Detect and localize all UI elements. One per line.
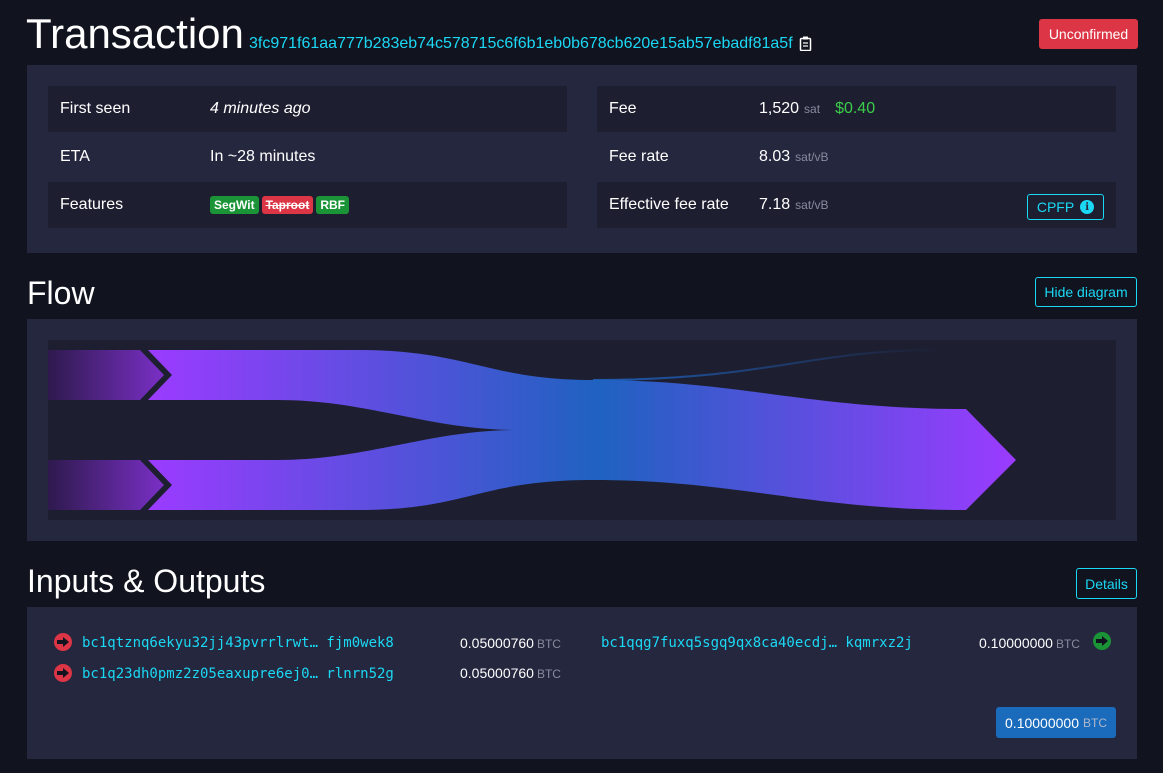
cpfp-button[interactable]: CPFP i <box>1027 194 1104 220</box>
input-address-2[interactable]: bc1q23dh0pmz2z05eaxupre6ej0… rlnrn52g <box>82 666 394 682</box>
input-stub-1 <box>48 350 164 400</box>
input-amount-2-unit: BTC <box>536 667 561 681</box>
features-row: Features SegWit Taproot RBF <box>48 182 567 228</box>
effective-fee-rate-label: Effective fee rate <box>609 196 729 213</box>
hide-diagram-button[interactable]: Hide diagram <box>1035 277 1137 307</box>
page-title: Transaction <box>26 10 244 57</box>
input-address-1[interactable]: bc1qtznq6ekyu32jj43pvrrlrwt… fjm0wek8 <box>82 635 394 651</box>
fee-rate-unit: sat/vB <box>795 150 829 164</box>
effective-fee-rate-unit: sat/vB <box>795 198 829 212</box>
output-arrow-icon[interactable] <box>1093 632 1111 650</box>
output-amount-1-unit: BTC <box>1055 637 1080 651</box>
fee-label: Fee <box>609 100 637 117</box>
input-amount-1-unit: BTC <box>536 637 561 651</box>
details-button[interactable]: Details <box>1076 568 1137 599</box>
first-seen-row: First seen 4 minutes ago <box>48 86 567 132</box>
fee-unit: sat <box>804 102 821 116</box>
txid-link[interactable]: 3fc971f61aa777b283eb74c578715c6f6b1eb0b6… <box>249 34 793 54</box>
first-seen-value: 4 minutes ago <box>210 100 311 117</box>
input-amount-1: 0.05000760 BTC <box>460 635 561 651</box>
total-amount-value: 0.10000000 <box>1005 714 1079 731</box>
eta-label: ETA <box>60 148 90 165</box>
input-amount-1-value: 0.05000760 <box>460 635 534 651</box>
total-amount-badge: 0.10000000 BTC <box>996 707 1116 738</box>
taproot-tag: Taproot <box>261 196 314 214</box>
fee-rate-row: Fee rate 8.03 sat/vB <box>597 134 1116 180</box>
cpfp-label: CPFP <box>1036 199 1075 215</box>
input-arrow-icon[interactable] <box>54 664 72 682</box>
flow-diagram <box>48 340 1116 520</box>
io-panel <box>27 607 1137 759</box>
eta-row: ETA In ~28 minutes <box>48 134 567 180</box>
fee-row: Fee 1,520 sat $0.40 <box>597 86 1116 132</box>
input-amount-2-value: 0.05000760 <box>460 665 534 681</box>
features-label: Features <box>60 196 124 213</box>
input-amount-2: 0.05000760 BTC <box>460 665 561 681</box>
rbf-tag: RBF <box>316 196 350 214</box>
input-stub-2 <box>48 460 164 510</box>
fee-fiat: $0.40 <box>835 100 876 117</box>
total-amount-unit: BTC <box>1082 715 1107 730</box>
output-amount-1-value: 0.10000000 <box>979 635 1053 651</box>
status-badge: Unconfirmed <box>1039 19 1138 49</box>
fee-rate-label: Fee rate <box>609 148 669 165</box>
info-icon: i <box>1080 200 1095 214</box>
fee-value: 1,520 <box>759 100 800 117</box>
copy-icon[interactable] <box>799 36 812 51</box>
eta-value: In ~28 minutes <box>210 148 316 165</box>
fee-rate-value: 8.03 <box>759 148 791 165</box>
output-amount-1: 0.10000000 BTC <box>979 635 1080 651</box>
output-address-1[interactable]: bc1qqg7fuxq5sgq9qx8ca40ecdj… kqmrxz2j <box>601 635 913 651</box>
io-title: Inputs & Outputs <box>27 563 266 599</box>
segwit-tag: SegWit <box>210 196 259 214</box>
effective-fee-rate-value: 7.18 <box>759 196 791 213</box>
flow-title: Flow <box>27 275 95 311</box>
input-arrow-icon[interactable] <box>54 633 72 651</box>
first-seen-label: First seen <box>60 100 131 117</box>
